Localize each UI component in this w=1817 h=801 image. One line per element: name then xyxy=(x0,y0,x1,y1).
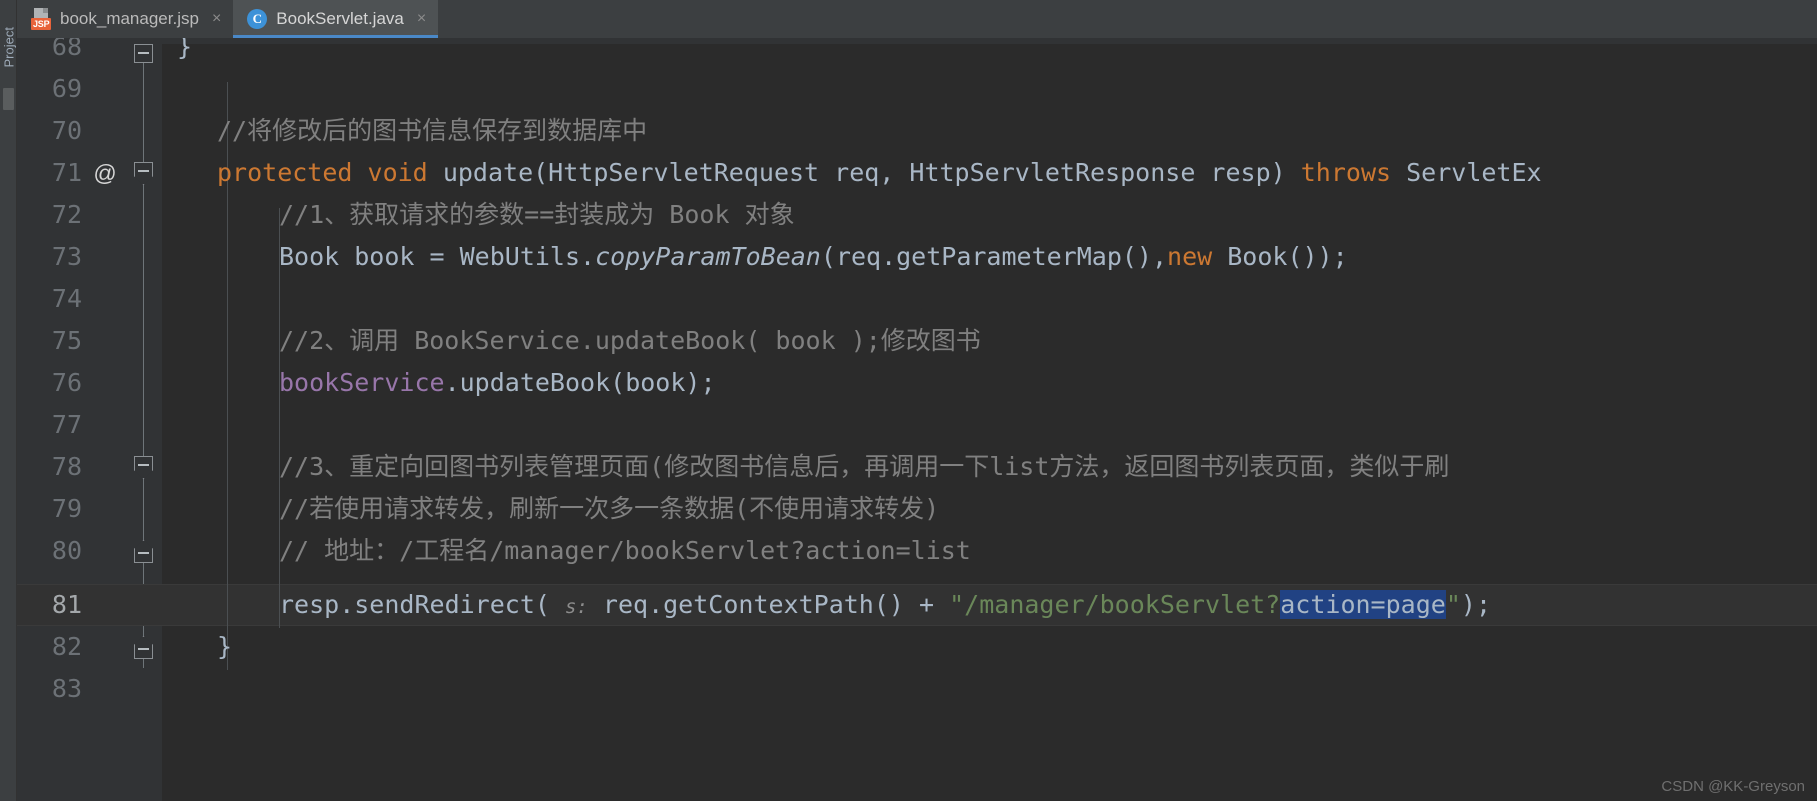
code-line[interactable]: 78 //3、重定向回图书列表管理页面(修改图书信息后，再调用一下list方法，… xyxy=(17,446,1817,488)
jsp-badge-label: JSP xyxy=(31,18,52,30)
line-content: } xyxy=(217,632,233,661)
code-line[interactable]: 72 //1、获取请求的参数==封装成为 Book 对象 xyxy=(17,194,1817,236)
editor-tab-bar: JSP book_manager.jsp × C BookServlet.jav… xyxy=(17,0,1817,38)
jsp-file-icon: JSP xyxy=(31,8,52,30)
tab-bookservlet-java[interactable]: C BookServlet.java × xyxy=(233,0,439,38)
close-icon[interactable]: × xyxy=(417,11,426,27)
fold-comment-icon[interactable] xyxy=(134,456,155,479)
fold-method-end-icon[interactable] xyxy=(134,636,155,659)
line-number: 76 xyxy=(51,368,82,397)
token-field: bookService xyxy=(279,368,445,397)
line-number: 71 xyxy=(51,158,82,187)
fold-comment-end-icon[interactable] xyxy=(134,540,155,563)
selected-text[interactable]: action=page xyxy=(1280,590,1446,619)
line-content: //2、调用 BookService.updateBook( book );修改… xyxy=(279,326,981,355)
code-line[interactable]: 82 } xyxy=(17,626,1817,668)
java-class-icon: C xyxy=(247,9,268,29)
code-line[interactable]: 76 bookService.updateBook(book); xyxy=(17,362,1817,404)
code-line[interactable]: 73 Book book = WebUtils.copyParamToBean(… xyxy=(17,236,1817,278)
code-line[interactable]: 75 //2、调用 BookService.updateBook( book )… xyxy=(17,320,1817,362)
code-editor[interactable]: 68 } 69 70 //将修改后的图书信息保存到数据库中 71 @ prote… xyxy=(17,38,1817,801)
line-number: 73 xyxy=(51,242,82,271)
token-text: resp.sendRedirect( xyxy=(279,590,565,619)
line-content: resp.sendRedirect( s: req.getContextPath… xyxy=(279,584,1491,628)
line-content: protected void update(HttpServletRequest… xyxy=(217,152,1542,194)
token-string: "/manager/bookServlet? xyxy=(949,590,1281,619)
close-icon[interactable]: × xyxy=(212,11,221,27)
ide-window: Project JSP book_manager.jsp × C BookSer… xyxy=(0,0,1817,801)
token-method-call: copyParamToBean xyxy=(595,242,821,271)
line-number: 81 xyxy=(51,590,82,619)
code-line[interactable]: 77 xyxy=(17,404,1817,446)
code-line[interactable]: 74 xyxy=(17,278,1817,320)
line-content: } xyxy=(177,38,193,61)
line-content: //3、重定向回图书列表管理页面(修改图书信息后，再调用一下list方法，返回图… xyxy=(279,452,1450,481)
code-line[interactable]: 69 xyxy=(17,68,1817,110)
line-number: 83 xyxy=(51,674,82,703)
token-text: .updateBook(book); xyxy=(444,368,716,397)
code-line[interactable]: 70 //将修改后的图书信息保存到数据库中 xyxy=(17,110,1817,152)
token-text: req.getContextPath() + xyxy=(587,590,950,619)
token-text: Book book = WebUtils. xyxy=(279,242,596,271)
line-number: 77 xyxy=(51,410,82,439)
line-number: 69 xyxy=(51,74,82,103)
line-number: 82 xyxy=(51,632,82,661)
token-keyword: new xyxy=(1167,242,1213,271)
tab-book-manager-jsp[interactable]: JSP book_manager.jsp × xyxy=(17,0,234,38)
token-params: (HttpServletRequest req, HttpServletResp… xyxy=(533,158,1301,187)
line-number: 75 xyxy=(51,326,82,355)
watermark: CSDN @KK-Greyson xyxy=(1661,778,1805,795)
line-content: bookService.updateBook(book); xyxy=(279,362,716,404)
token-text: ); xyxy=(1460,590,1491,619)
parameter-hint: s: xyxy=(564,596,588,618)
stripe-thumb[interactable] xyxy=(3,88,14,110)
line-content: //1、获取请求的参数==封装成为 Book 对象 xyxy=(279,200,795,229)
token-tail: ServletEx xyxy=(1391,158,1542,187)
token-text: Book()); xyxy=(1212,242,1348,271)
project-tool-button[interactable]: Project xyxy=(2,8,17,67)
override-method-icon[interactable]: @ xyxy=(92,160,118,186)
token-keyword: protected xyxy=(217,158,353,187)
token-method-name: update xyxy=(442,158,534,187)
code-line[interactable]: 83 xyxy=(17,668,1817,710)
line-number: 74 xyxy=(51,284,82,313)
line-number: 80 xyxy=(51,536,82,565)
fold-method-icon[interactable] xyxy=(134,162,155,185)
token-keyword: void xyxy=(367,158,428,187)
code-line[interactable]: 80 // 地址：/工程名/manager/bookServlet?action… xyxy=(17,530,1817,572)
tab-label: BookServlet.java xyxy=(276,9,404,28)
line-content: //若使用请求转发，刷新一次多一条数据(不使用请求转发) xyxy=(279,494,940,523)
left-tool-stripe: Project xyxy=(0,0,17,801)
code-line[interactable]: 79 //若使用请求转发，刷新一次多一条数据(不使用请求转发) xyxy=(17,488,1817,530)
code-line-current[interactable]: 81 resp.sendRedirect( s: req.getContextP… xyxy=(17,584,1817,626)
fold-collapse-icon[interactable] xyxy=(134,44,155,65)
token-string: " xyxy=(1445,590,1461,619)
tab-label: book_manager.jsp xyxy=(60,9,199,28)
code-line[interactable]: 71 @ protected void update(HttpServletRe… xyxy=(17,152,1817,194)
token-keyword: throws xyxy=(1300,158,1392,187)
line-content: // 地址：/工程名/manager/bookServlet?action=li… xyxy=(279,536,971,565)
code-line[interactable]: 68 } xyxy=(17,38,1817,68)
line-number: 72 xyxy=(51,200,82,229)
line-number: 70 xyxy=(51,116,82,145)
line-content: Book book = WebUtils.copyParamToBean(req… xyxy=(279,236,1348,278)
line-number: 68 xyxy=(51,38,82,61)
line-number: 79 xyxy=(51,494,82,523)
line-number: 78 xyxy=(51,452,82,481)
token-text: (req.getParameterMap(), xyxy=(820,242,1168,271)
line-content: //将修改后的图书信息保存到数据库中 xyxy=(217,116,648,145)
